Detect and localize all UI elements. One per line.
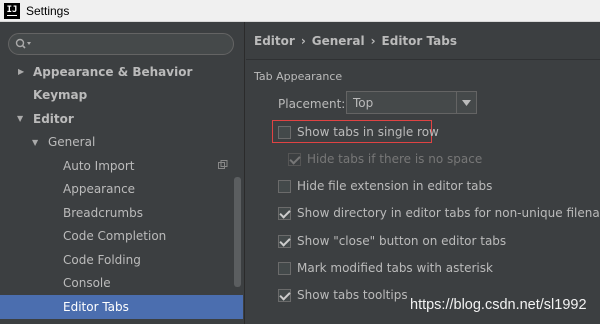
tree-item-appearance[interactable]: Appearance	[0, 178, 243, 202]
settings-sidebar: ▶ Appearance & Behavior Keymap ▼ Editor …	[0, 22, 245, 324]
checkbox[interactable]	[278, 206, 291, 220]
option-label: Show "close" button on editor tabs	[297, 234, 507, 248]
collapse-arrow-icon[interactable]: ▼	[17, 114, 23, 123]
tree-item-general[interactable]: ▼ General	[0, 131, 243, 155]
tree-item-label: Auto Import	[63, 158, 135, 173]
breadcrumb-item: General	[311, 34, 365, 48]
tree-item-label: Breadcrumbs	[63, 205, 143, 220]
search-input[interactable]	[8, 33, 234, 55]
option-label: Show tabs tooltips	[297, 288, 408, 302]
option-show-close-button[interactable]: Show "close" button on editor tabs	[278, 234, 506, 248]
option-hide-file-extension[interactable]: Hide file extension in editor tabs	[278, 179, 492, 193]
option-label: Show tabs in single row	[297, 125, 439, 139]
breadcrumb-separator: ›	[370, 34, 376, 48]
option-label: Show directory in editor tabs for non-un…	[297, 206, 600, 220]
option-label: Mark modified tabs with asterisk	[297, 261, 493, 275]
checkbox[interactable]	[278, 179, 291, 193]
tree-item-label: Keymap	[33, 88, 88, 103]
section-title: Tab Appearance	[254, 70, 343, 83]
tree-item-editor[interactable]: ▼ Editor	[0, 107, 243, 131]
breadcrumb-separator: ›	[300, 34, 306, 48]
option-show-tabs-single-row[interactable]: Show tabs in single row	[278, 125, 439, 139]
search-icon[interactable]	[15, 38, 33, 50]
collapse-arrow-icon[interactable]: ▼	[32, 138, 38, 147]
checkbox[interactable]	[278, 261, 291, 275]
tree-item-editor-tabs[interactable]: Editor Tabs	[0, 295, 243, 319]
option-label: Hide file extension in editor tabs	[297, 179, 493, 193]
tree-item-code-folding[interactable]: Code Folding	[0, 248, 243, 272]
tree-item-label: Code Folding	[63, 252, 141, 267]
tree-item-label: Editor	[33, 111, 74, 126]
option-label: Hide tabs if there is no space	[307, 152, 483, 166]
tree-item-breadcrumbs[interactable]: Breadcrumbs	[0, 201, 243, 225]
settings-content: Editor › General › Editor Tabs Tab Appea…	[246, 22, 600, 324]
expand-arrow-icon[interactable]: ▶	[18, 67, 24, 76]
checkbox[interactable]	[278, 288, 291, 302]
placement-label: Placement:	[278, 97, 346, 111]
breadcrumb-item: Editor	[254, 34, 295, 48]
sidebar-scrollbar[interactable]	[234, 177, 241, 287]
tree-item-appearance-behavior[interactable]: ▶ Appearance & Behavior	[0, 60, 243, 84]
placement-select[interactable]: Top	[346, 91, 477, 114]
option-show-tooltips[interactable]: Show tabs tooltips	[278, 288, 408, 302]
tree-item-label: Appearance & Behavior	[33, 64, 193, 79]
tree-item-label: Code Completion	[63, 229, 167, 244]
option-hide-tabs-no-space: Hide tabs if there is no space	[288, 152, 482, 166]
intellij-app-icon: IJ	[4, 2, 20, 19]
watermark-text: https://blog.csdn.net/sl1992	[410, 297, 587, 313]
tree-item-label: General	[48, 135, 96, 150]
option-mark-modified[interactable]: Mark modified tabs with asterisk	[278, 261, 493, 275]
tree-item-label: Appearance	[63, 182, 136, 197]
checkbox[interactable]	[278, 125, 291, 139]
settings-tree: ▶ Appearance & Behavior Keymap ▼ Editor …	[0, 60, 243, 319]
tree-item-keymap[interactable]: Keymap	[0, 84, 243, 108]
title-bar: IJ Settings	[0, 0, 600, 22]
breadcrumb: Editor › General › Editor Tabs	[254, 34, 457, 48]
project-settings-icon	[218, 160, 228, 169]
checkbox	[288, 152, 301, 166]
tree-item-label: Editor Tabs	[63, 299, 129, 314]
tree-item-label: Console	[63, 276, 111, 291]
tree-item-auto-import[interactable]: Auto Import	[0, 154, 243, 178]
tree-item-code-completion[interactable]: Code Completion	[0, 225, 243, 249]
dropdown-arrow-icon[interactable]	[456, 92, 476, 113]
window-title: Settings	[26, 3, 70, 18]
tree-item-console[interactable]: Console	[0, 272, 243, 296]
option-show-directory[interactable]: Show directory in editor tabs for non-un…	[278, 206, 600, 220]
checkbox[interactable]	[278, 234, 291, 248]
breadcrumb-item: Editor Tabs	[381, 34, 457, 48]
placement-value: Top	[353, 95, 374, 110]
header-divider	[246, 59, 600, 60]
